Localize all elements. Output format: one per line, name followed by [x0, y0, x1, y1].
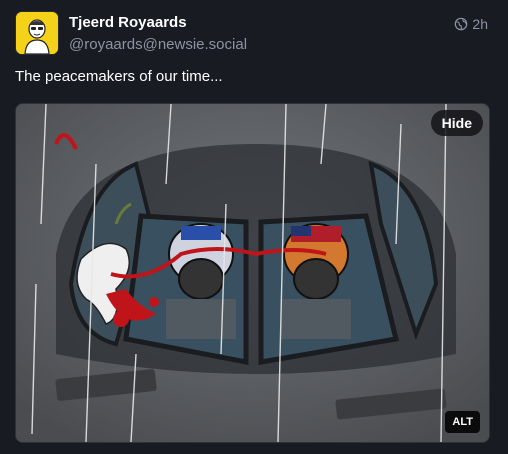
author-avatar[interactable]: [15, 11, 59, 55]
globe-icon: [455, 17, 468, 31]
hide-media-button[interactable]: Hide: [430, 110, 483, 136]
media-attachment[interactable]: Hide ALT: [15, 103, 490, 443]
alt-text-button[interactable]: ALT: [445, 411, 480, 433]
post-meta: 2h: [454, 16, 488, 32]
post-timestamp[interactable]: 2h: [472, 16, 488, 32]
cartoon-image: [16, 104, 489, 442]
author-display-name[interactable]: Tjeerd Royaards: [69, 14, 187, 31]
author-handle[interactable]: @royaards@newsie.social: [69, 36, 247, 53]
post-content: The peacemakers of our time...: [15, 68, 223, 85]
avatar-cartoon-icon: [16, 12, 58, 54]
status-post: Tjeerd Royaards @royaards@newsie.social …: [0, 0, 508, 454]
